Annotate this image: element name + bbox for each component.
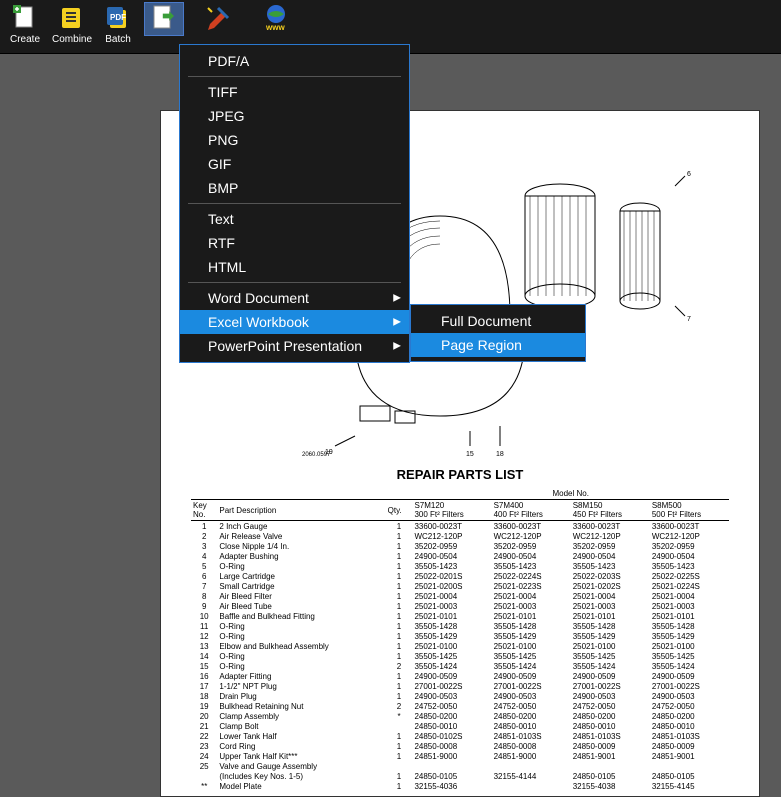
table-row: 12 Inch Gauge133600-0023T33600-0023T3360… [191, 521, 729, 532]
table-row: 171-1/2" NPT Plug127001-0022S27001-0022S… [191, 681, 729, 691]
table-row: 14O-Ring135505-142535505-142535505-14253… [191, 651, 729, 661]
menu-html[interactable]: HTML [180, 255, 409, 279]
col-m4: S8M500500 Ft² Filters [650, 500, 729, 521]
chevron-right-icon: ▶ [393, 317, 401, 328]
table-row: 7Small Cartridge125021-0200S25021-0223S2… [191, 581, 729, 591]
create-button[interactable]: Create [4, 2, 46, 47]
table-row: 24Upper Tank Half Kit***124851-900024851… [191, 751, 729, 761]
export-icon [150, 4, 178, 32]
batch-label: Batch [105, 34, 131, 45]
combine-button[interactable]: Combine [46, 2, 98, 47]
annotate-icon [204, 4, 232, 32]
menu-word[interactable]: Word Document▶ [180, 286, 409, 310]
submenu-full-document[interactable]: Full Document [411, 309, 585, 333]
table-row: 21Clamp Bolt24850-001024850-001024850-00… [191, 721, 729, 731]
parts-table: Model No. KeyNo. Part Description Qty. S… [191, 488, 729, 791]
col-m3: S8M150450 Ft² Filters [571, 500, 650, 521]
table-row: 18Drain Plug124900-050324900-050324900-0… [191, 691, 729, 701]
table-row: 2Air Release Valve1WC212-120PWC212-120PW… [191, 531, 729, 541]
menu-png[interactable]: PNG [180, 128, 409, 152]
col-desc: Part Description [217, 500, 385, 521]
table-row: 19Bulkhead Retaining Nut224752-005024752… [191, 701, 729, 711]
col-m2: S7M400400 Ft² Filters [492, 500, 571, 521]
menu-jpeg[interactable]: JPEG [180, 104, 409, 128]
web-button[interactable]: www [256, 2, 296, 36]
menu-excel[interactable]: Excel Workbook▶ [180, 310, 409, 334]
svg-text:www: www [265, 23, 285, 32]
table-row: 22Lower Tank Half124850-0102S24851-0103S… [191, 731, 729, 741]
table-row: 11O-Ring135505-142835505-142835505-14283… [191, 621, 729, 631]
table-row: 10Baffle and Bulkhead Fitting125021-0101… [191, 611, 729, 621]
model-no-header: Model No. [412, 488, 729, 500]
table-row: 12O-Ring135505-142935505-142935505-14293… [191, 631, 729, 641]
svg-text:PDF: PDF [110, 13, 126, 22]
col-key: KeyNo. [191, 500, 217, 521]
svg-text:2060.0597: 2060.0597 [302, 452, 331, 456]
table-row: 13Elbow and Bulkhead Assembly125021-0100… [191, 641, 729, 651]
col-qty: Qty. [386, 500, 413, 521]
globe-icon: www [262, 4, 290, 32]
menu-powerpoint[interactable]: PowerPoint Presentation▶ [180, 334, 409, 358]
table-row: 23Cord Ring124850-000824850-000824850-00… [191, 741, 729, 751]
svg-text:6: 6 [687, 171, 691, 178]
chevron-right-icon: ▶ [393, 293, 401, 304]
annotate-button[interactable] [198, 2, 238, 36]
excel-submenu: Full Document Page Region [410, 304, 586, 362]
menu-tiff[interactable]: TIFF [180, 80, 409, 104]
create-label: Create [10, 34, 40, 45]
menu-gif[interactable]: GIF [180, 152, 409, 176]
menu-text[interactable]: Text [180, 207, 409, 231]
table-row: 5O-Ring135505-142335505-142335505-142335… [191, 561, 729, 571]
svg-text:18: 18 [496, 451, 504, 456]
table-row: **Model Plate132155-403632155-403832155-… [191, 781, 729, 791]
table-row: 15O-Ring235505-142435505-142435505-14243… [191, 661, 729, 671]
table-row: (Includes Key Nos. 1-5)124850-010532155-… [191, 771, 729, 781]
table-row: 8Air Bleed Filter125021-000425021-000425… [191, 591, 729, 601]
doc-title: REPAIR PARTS LIST [191, 467, 729, 482]
menu-separator [188, 76, 401, 77]
table-row: 9Air Bleed Tube125021-000325021-00032502… [191, 601, 729, 611]
menu-bmp[interactable]: BMP [180, 176, 409, 200]
table-row: 6Large Cartridge125022-0201S25022-0224S2… [191, 571, 729, 581]
menu-separator [188, 203, 401, 204]
table-row: 20Clamp Assembly*24850-020024850-0200248… [191, 711, 729, 721]
table-row: 16Adapter Fitting124900-050924900-050924… [191, 671, 729, 681]
table-row: 3Close Nipple 1/4 In.135202-095935202-09… [191, 541, 729, 551]
svg-text:7: 7 [687, 316, 691, 323]
export-menu: PDF/A TIFF JPEG PNG GIF BMP Text RTF HTM… [179, 44, 410, 363]
col-m1: S7M120300 Ft² Filters [412, 500, 491, 521]
menu-rtf[interactable]: RTF [180, 231, 409, 255]
menu-separator [188, 282, 401, 283]
menu-pdfa[interactable]: PDF/A [180, 49, 409, 73]
create-icon [11, 4, 39, 32]
batch-icon: PDF [104, 4, 132, 32]
batch-button[interactable]: PDF Batch [98, 2, 138, 47]
table-row: 25Valve and Gauge Assembly [191, 761, 729, 771]
submenu-page-region[interactable]: Page Region [411, 333, 585, 357]
combine-label: Combine [52, 34, 92, 45]
table-row: 4Adapter Bushing124900-050424900-0504249… [191, 551, 729, 561]
export-button[interactable] [144, 2, 184, 36]
svg-text:15: 15 [466, 451, 474, 456]
chevron-right-icon: ▶ [393, 341, 401, 352]
combine-icon [58, 4, 86, 32]
